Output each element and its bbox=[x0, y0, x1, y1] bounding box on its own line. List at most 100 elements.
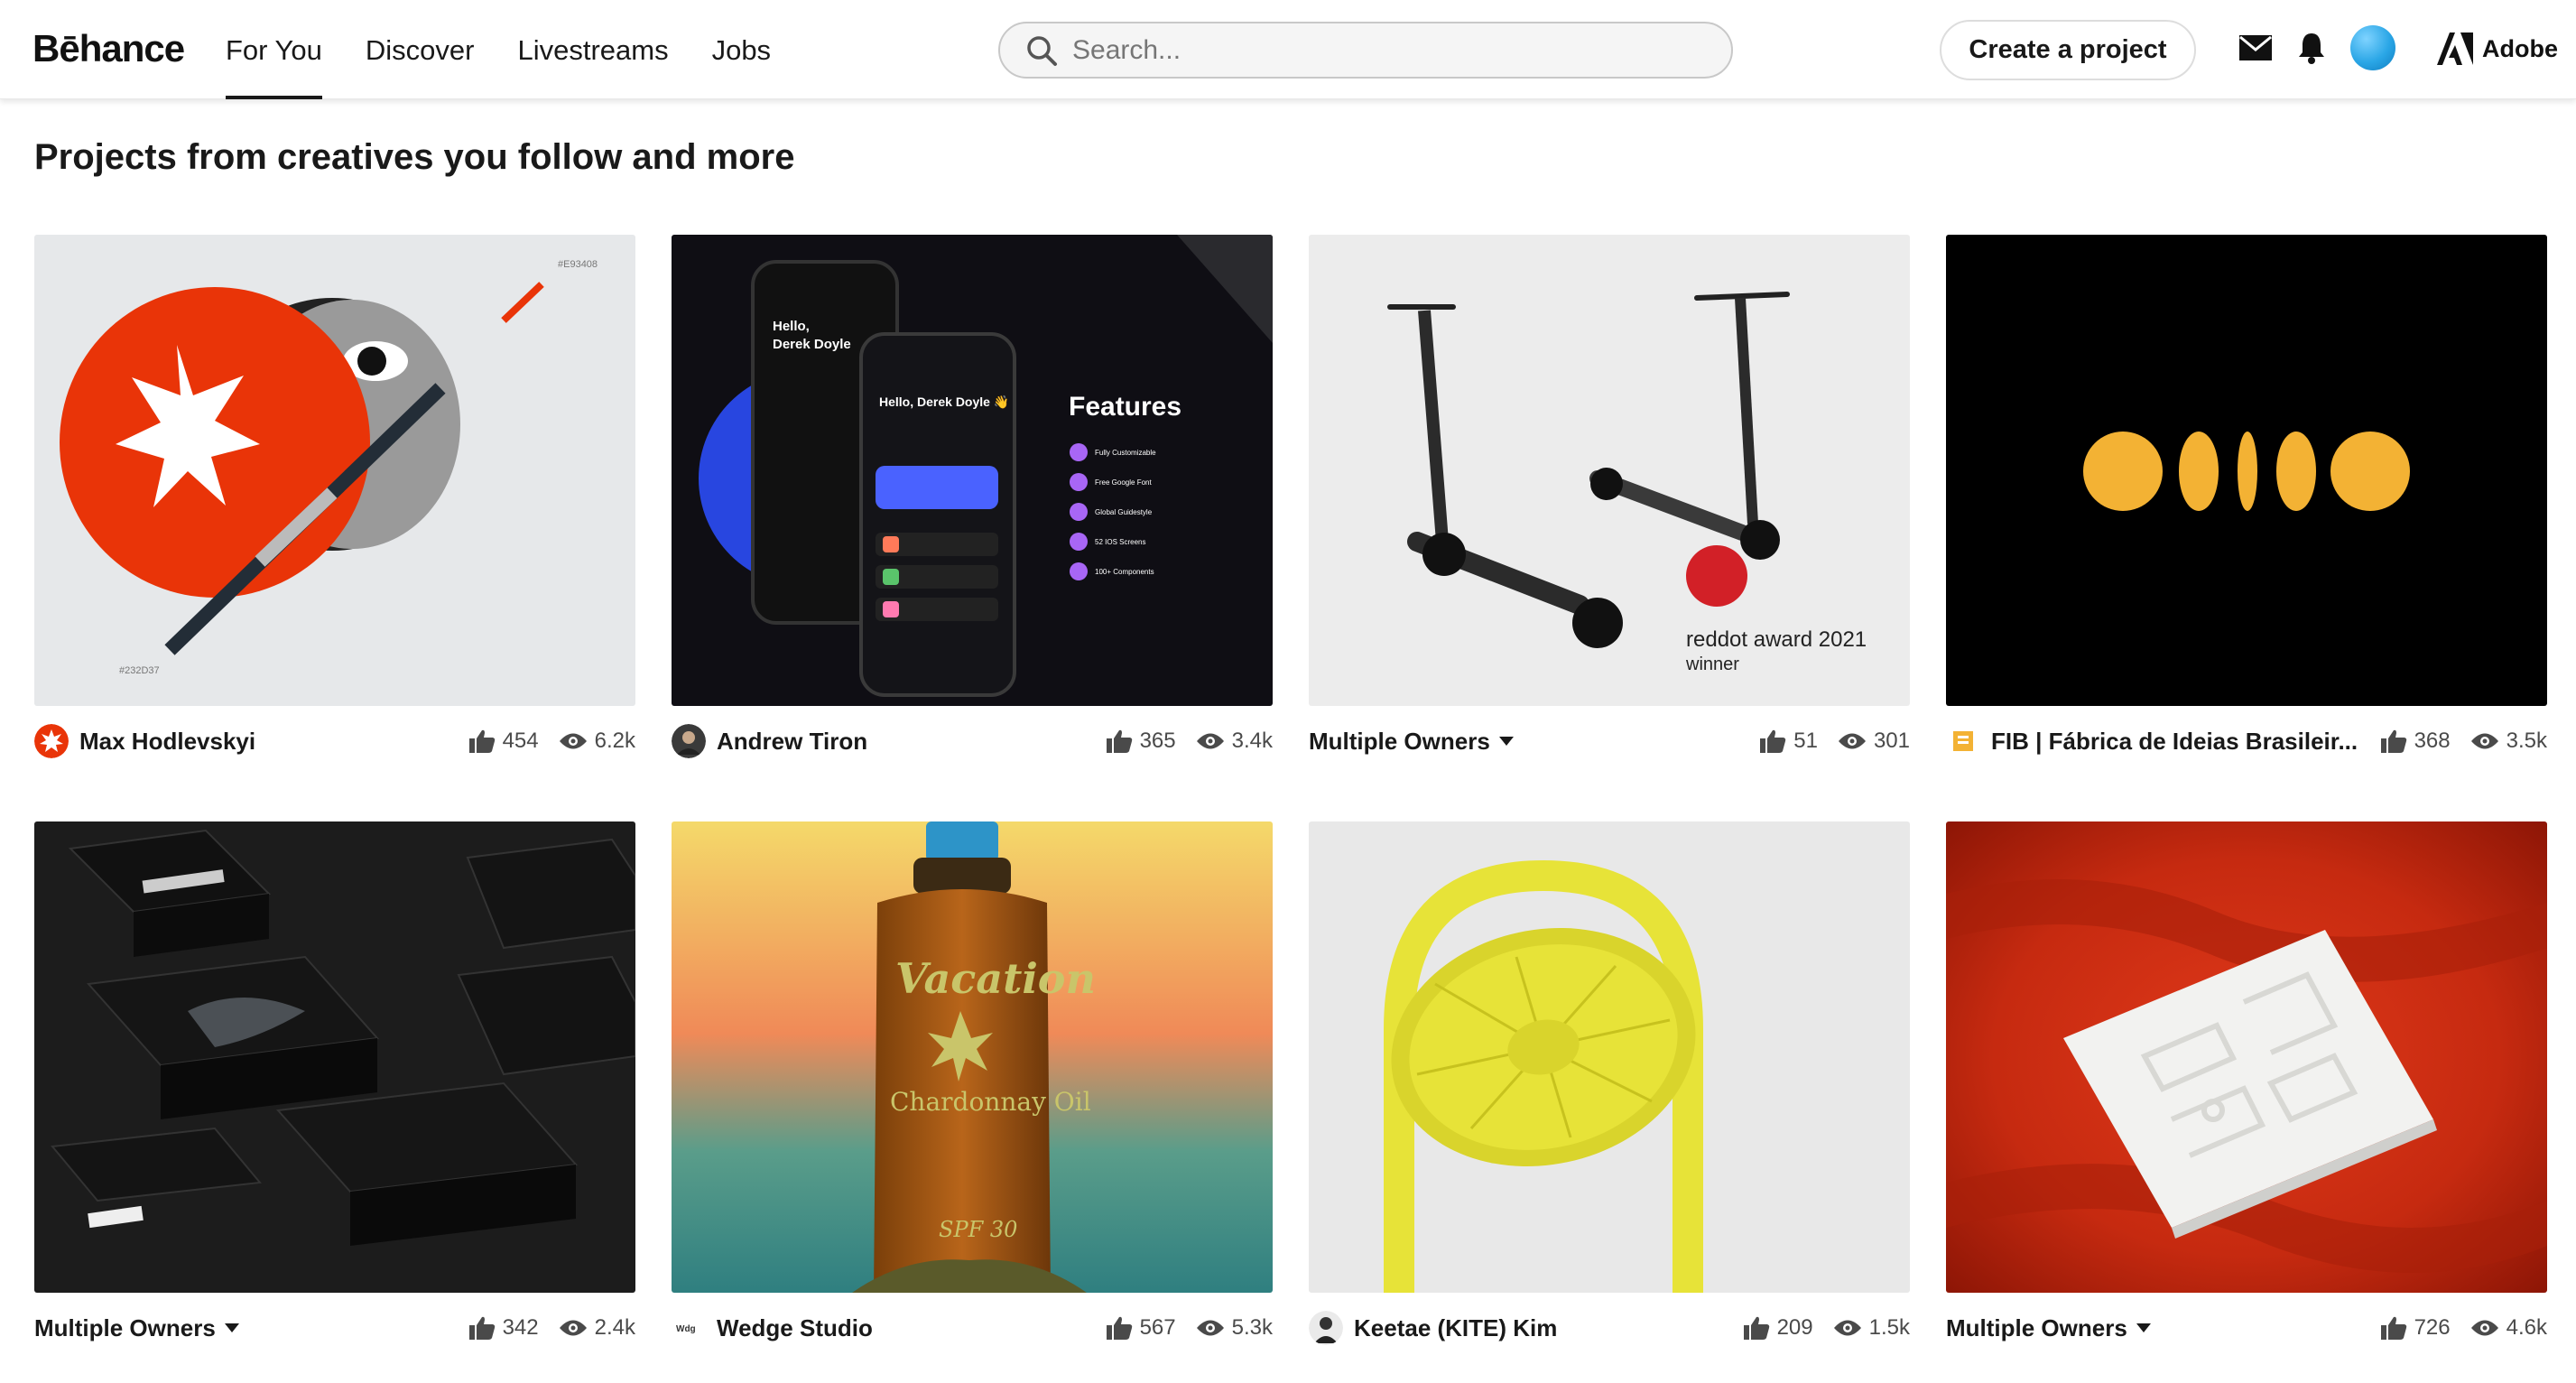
likes-count: 342 bbox=[502, 1315, 539, 1340]
thumb-text: Fully Customizable bbox=[1095, 449, 1156, 457]
eye-icon bbox=[1833, 1320, 1861, 1336]
behance-logo[interactable]: Bēhance bbox=[32, 27, 185, 70]
project-card[interactable]: Multiple Owners 726 4.6k bbox=[1946, 821, 2547, 1341]
create-project-button[interactable]: Create a project bbox=[1940, 20, 2196, 80]
views-count: 5.3k bbox=[1231, 1315, 1273, 1340]
svg-text:Wdg: Wdg bbox=[676, 1324, 696, 1334]
likes-count: 726 bbox=[2414, 1315, 2451, 1340]
thumb-text: SPF 30 bbox=[939, 1217, 1017, 1242]
project-card[interactable]: Multiple Owners 342 2.4k bbox=[34, 821, 635, 1341]
project-thumbnail[interactable]: Hello, Derek Doyle Hello, Derek Doyle 👋 … bbox=[672, 235, 1273, 706]
project-stats: 365 3.4k bbox=[1106, 729, 1273, 754]
views-count: 4.6k bbox=[2506, 1315, 2547, 1340]
nav-discover[interactable]: Discover bbox=[366, 0, 475, 99]
views-count: 6.2k bbox=[594, 729, 635, 753]
project-meta: Keetae (KITE) Kim 209 1.5k bbox=[1309, 1309, 1910, 1347]
project-thumbnail[interactable]: #E93408 #232D37 bbox=[34, 235, 635, 706]
owner-name[interactable]: Keetae (KITE) Kim bbox=[1354, 1314, 1557, 1342]
owner-avatar[interactable] bbox=[1309, 1311, 1343, 1345]
likes-count: 365 bbox=[1139, 729, 1176, 753]
svg-text:Hello,: Hello, bbox=[773, 319, 810, 334]
owner-name[interactable]: Andrew Tiron bbox=[717, 728, 867, 756]
views-count: 1.5k bbox=[1868, 1315, 1910, 1340]
project-card[interactable]: #E93408 #232D37 Max Hodlevskyi 454 6.2k bbox=[34, 235, 635, 758]
project-stats: 726 4.6k bbox=[2380, 1315, 2547, 1341]
chevron-down-icon[interactable] bbox=[224, 1323, 239, 1332]
owner-avatar[interactable] bbox=[672, 724, 706, 758]
owner-name[interactable]: Multiple Owners bbox=[1309, 728, 1490, 756]
likes-count: 567 bbox=[1139, 1315, 1176, 1340]
search-bar[interactable] bbox=[998, 22, 1733, 79]
likes-count: 209 bbox=[1776, 1315, 1813, 1340]
thumb-text: Hello, Derek Doyle 👋 bbox=[879, 394, 1009, 410]
thumbs-up-icon bbox=[1106, 1316, 1132, 1340]
project-card[interactable]: Hello, Derek Doyle Hello, Derek Doyle 👋 … bbox=[672, 235, 1273, 758]
page-title: Projects from creatives you follow and m… bbox=[34, 137, 795, 177]
nav-jobs[interactable]: Jobs bbox=[712, 0, 771, 99]
owner-name[interactable]: Wedge Studio bbox=[717, 1314, 873, 1342]
project-thumbnail[interactable] bbox=[1309, 821, 1910, 1293]
top-header: Bēhance For You Discover Livestreams Job… bbox=[0, 0, 2576, 99]
thumbs-up-icon bbox=[1106, 729, 1132, 753]
search-icon bbox=[1027, 35, 1057, 66]
owner-name[interactable]: Multiple Owners bbox=[1946, 1314, 2127, 1342]
main-nav: For You Discover Livestreams Jobs bbox=[226, 0, 814, 99]
project-card[interactable]: Vacation Chardonnay Oil SPF 30 Wdg Wedge… bbox=[672, 821, 1273, 1345]
project-meta: Multiple Owners 726 4.6k bbox=[1946, 1309, 2547, 1347]
thumb-text: #232D37 bbox=[119, 665, 160, 676]
thumb-text: Global Guidestyle bbox=[1095, 508, 1153, 516]
project-stats: 454 6.2k bbox=[468, 729, 635, 754]
project-meta: Andrew Tiron 365 3.4k bbox=[672, 722, 1273, 760]
nav-livestreams[interactable]: Livestreams bbox=[517, 0, 668, 99]
eye-icon bbox=[2470, 1320, 2498, 1336]
thumbs-up-icon bbox=[468, 1316, 495, 1340]
owner-name[interactable]: Max Hodlevskyi bbox=[79, 728, 255, 756]
thumb-text: Chardonnay Oil bbox=[890, 1087, 1091, 1117]
thumb-text: reddot award 2021 bbox=[1686, 627, 1867, 652]
project-thumbnail[interactable]: reddot award 2021 winner bbox=[1309, 235, 1910, 706]
thumb-text: Free Google Font bbox=[1095, 478, 1152, 487]
likes-count: 454 bbox=[502, 729, 539, 753]
eye-icon bbox=[1196, 733, 1224, 749]
owner-name[interactable]: Multiple Owners bbox=[34, 1314, 216, 1342]
owner-avatar[interactable] bbox=[34, 724, 69, 758]
owner-avatar[interactable] bbox=[1946, 724, 1980, 758]
project-stats: 567 5.3k bbox=[1106, 1315, 1273, 1341]
likes-count: 368 bbox=[2414, 729, 2451, 753]
owner-name[interactable]: FIB | Fábrica de Ideias Brasileir... bbox=[1991, 728, 2358, 756]
adobe-link[interactable]: Adobe bbox=[2437, 32, 2558, 65]
project-thumbnail[interactable] bbox=[34, 821, 635, 1293]
thumb-text: #E93408 bbox=[558, 259, 598, 270]
eye-icon bbox=[1838, 733, 1866, 749]
adobe-icon bbox=[2437, 32, 2473, 65]
thumb-text: 52 IOS Screens bbox=[1095, 538, 1145, 546]
mail-icon[interactable] bbox=[2238, 34, 2273, 61]
thumbs-up-icon bbox=[2380, 729, 2406, 753]
project-card[interactable]: FIB | Fábrica de Ideias Brasileir... 368… bbox=[1946, 235, 2547, 758]
project-thumbnail[interactable] bbox=[1946, 235, 2547, 706]
project-stats: 342 2.4k bbox=[468, 1315, 635, 1341]
bell-icon[interactable] bbox=[2296, 31, 2327, 65]
views-count: 3.5k bbox=[2506, 729, 2547, 753]
chevron-down-icon[interactable] bbox=[2136, 1323, 2151, 1332]
project-thumbnail[interactable] bbox=[1946, 821, 2547, 1293]
eye-icon bbox=[559, 1320, 587, 1336]
views-count: 301 bbox=[1873, 729, 1910, 753]
adobe-label: Adobe bbox=[2482, 34, 2558, 62]
project-thumbnail[interactable]: Vacation Chardonnay Oil SPF 30 bbox=[672, 821, 1273, 1293]
owner-avatar[interactable]: Wdg bbox=[672, 1311, 706, 1345]
thumbs-up-icon bbox=[468, 729, 495, 753]
project-card[interactable]: Keetae (KITE) Kim 209 1.5k bbox=[1309, 821, 1910, 1345]
views-count: 2.4k bbox=[594, 1315, 635, 1340]
project-stats: 209 1.5k bbox=[1743, 1315, 1910, 1341]
thumbs-up-icon bbox=[2380, 1316, 2406, 1340]
search-input[interactable] bbox=[1072, 34, 1686, 66]
nav-for-you[interactable]: For You bbox=[226, 0, 322, 99]
eye-icon bbox=[1196, 1320, 1224, 1336]
eye-icon bbox=[559, 733, 587, 749]
chevron-down-icon[interactable] bbox=[1498, 737, 1514, 746]
project-meta: Multiple Owners 342 2.4k bbox=[34, 1309, 635, 1347]
project-card[interactable]: reddot award 2021 winner Multiple Owners… bbox=[1309, 235, 1910, 755]
user-avatar[interactable] bbox=[2350, 25, 2395, 70]
thumb-text: 100+ Components bbox=[1095, 568, 1154, 576]
